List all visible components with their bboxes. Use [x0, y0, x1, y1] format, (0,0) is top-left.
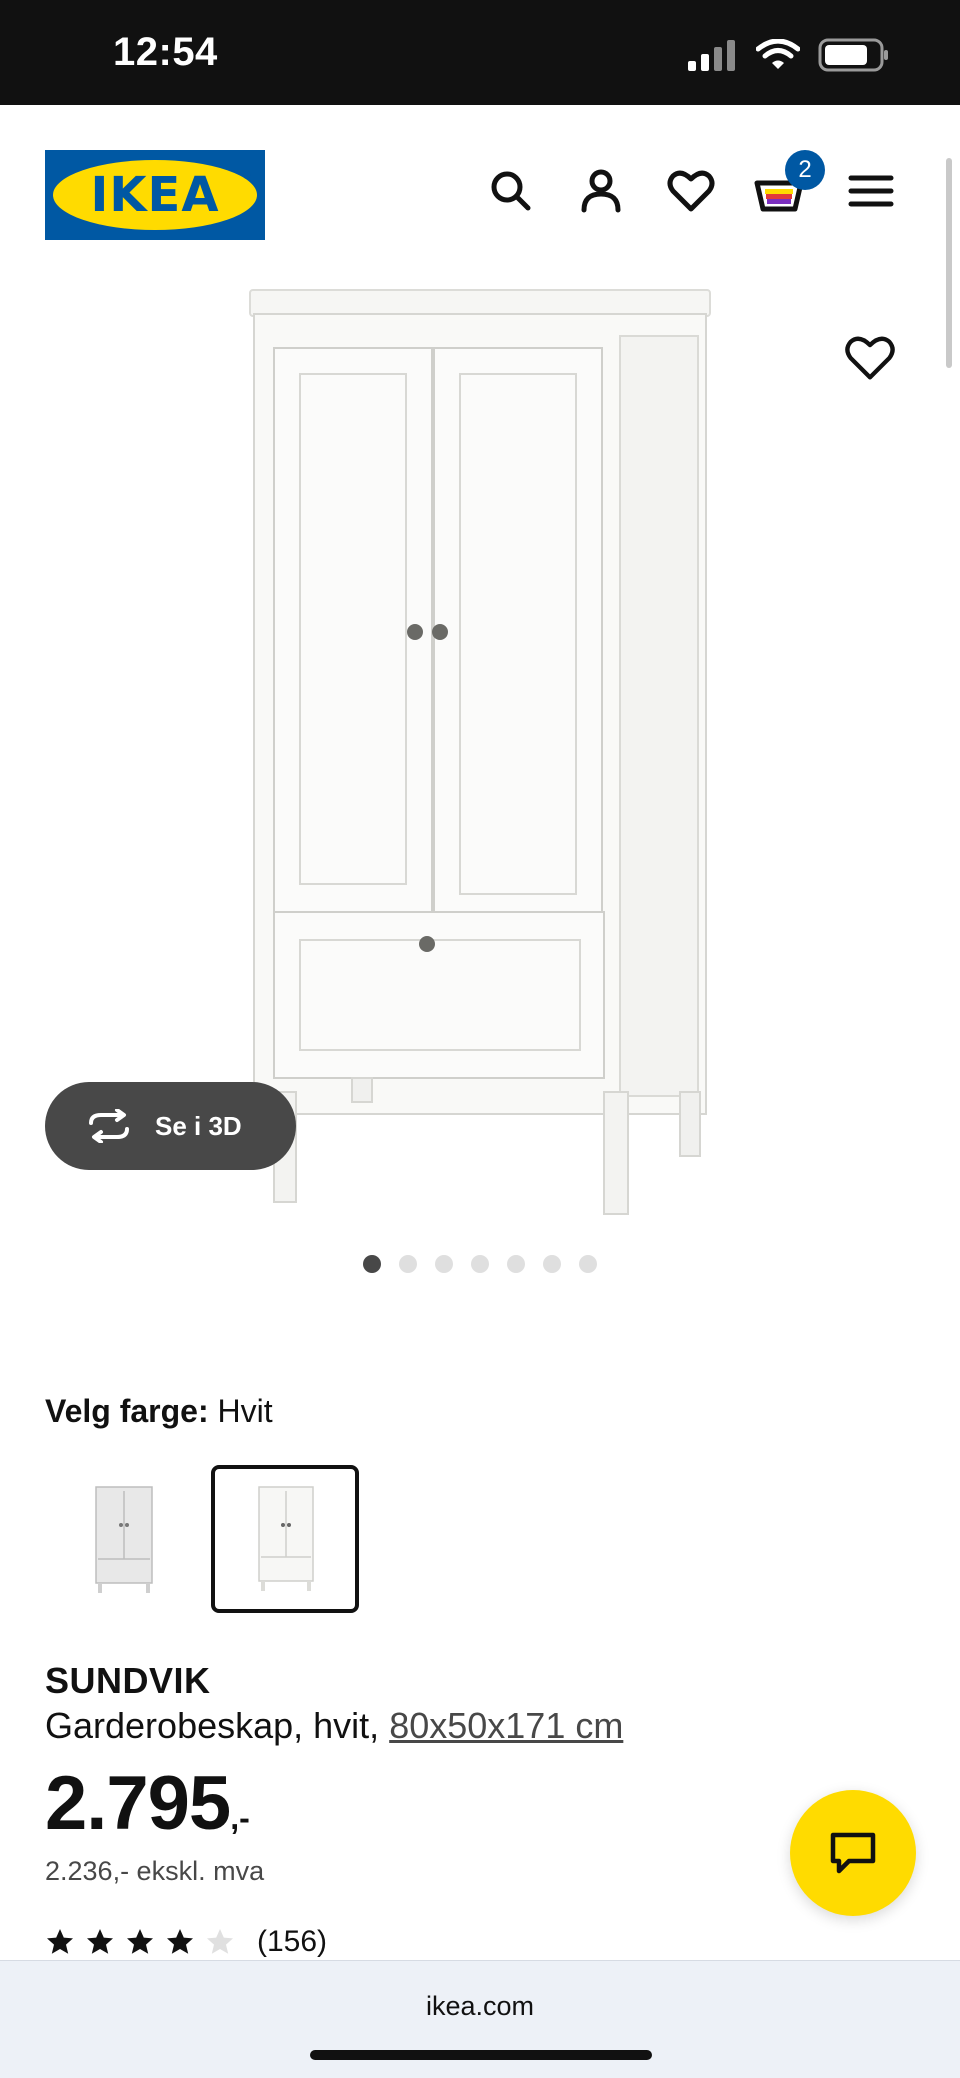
- view-3d-label: Se i 3D: [155, 1110, 242, 1141]
- product-dimensions-link[interactable]: 80x50x171 cm: [389, 1705, 623, 1746]
- color-swatch-white[interactable]: [211, 1465, 359, 1613]
- star-full-icon: [87, 1929, 113, 1954]
- url-text[interactable]: ikea.com: [0, 1991, 960, 2022]
- search-icon[interactable]: [485, 165, 537, 217]
- product-rating[interactable]: (156): [45, 1925, 327, 1959]
- logo-text: IKEA: [90, 167, 220, 223]
- gallery-dot[interactable]: [363, 1255, 381, 1273]
- price-amount: 2.795: [45, 1761, 231, 1846]
- status-icons: [686, 38, 890, 72]
- status-time: 12:54: [113, 30, 218, 74]
- browser-url-bar[interactable]: ikea.com: [0, 1960, 960, 2078]
- page-scrollbar[interactable]: [946, 158, 952, 368]
- price-ex-vat: 2.236,- ekskl. mva: [45, 1856, 265, 1886]
- ikea-logo[interactable]: IKEA ®: [45, 150, 265, 240]
- price-suffix: ,-: [230, 1800, 250, 1836]
- status-bar: 12:54: [0, 0, 960, 105]
- star-full-icon: [127, 1929, 153, 1954]
- chat-icon: [830, 1832, 876, 1874]
- color-swatch-gray[interactable]: [50, 1465, 198, 1613]
- product-image-wardrobe[interactable]: [240, 280, 720, 1220]
- home-indicator[interactable]: [310, 2050, 652, 2060]
- add-to-favourites-icon[interactable]: [842, 330, 898, 386]
- gallery-dot[interactable]: [471, 1255, 489, 1273]
- gallery-dot[interactable]: [435, 1255, 453, 1273]
- rotate-3d-icon: [89, 1109, 129, 1143]
- wifi-icon: [756, 39, 800, 69]
- menu-icon[interactable]: [845, 165, 897, 217]
- product-price: 2.795,-: [45, 1760, 250, 1847]
- heart-icon[interactable]: [665, 165, 717, 217]
- swatch-wardrobe-white: [258, 1486, 314, 1591]
- product-description: Garderobeskap, hvit, 80x50x171 cm: [45, 1705, 623, 1747]
- color-label-value: Hvit: [217, 1393, 273, 1429]
- view-3d-button[interactable]: Se i 3D: [45, 1082, 296, 1170]
- star-full-icon: [47, 1929, 73, 1954]
- battery-icon: [818, 38, 888, 72]
- gallery-dot[interactable]: [579, 1255, 597, 1273]
- cart-count-badge: 2: [785, 150, 825, 190]
- site-header: IKEA ® 2: [0, 105, 960, 280]
- color-select-label: Velg farge: Hvit: [45, 1393, 273, 1430]
- gallery-dot[interactable]: [399, 1255, 417, 1273]
- star-empty-icon: [207, 1929, 233, 1954]
- star-full-icon: [167, 1929, 193, 1954]
- registered-mark: ®: [242, 170, 251, 182]
- user-icon[interactable]: [575, 165, 627, 217]
- product-type: Garderobeskap, hvit,: [45, 1705, 390, 1746]
- signal-icon: [688, 40, 735, 71]
- gallery-dot[interactable]: [507, 1255, 525, 1273]
- gallery-pagination: [363, 1255, 597, 1273]
- gallery-dot[interactable]: [543, 1255, 561, 1273]
- review-count: (156): [257, 1925, 328, 1958]
- product-name: SUNDVIK: [45, 1660, 211, 1701]
- swatch-wardrobe-gray: [95, 1486, 153, 1593]
- color-label-title: Velg farge:: [45, 1393, 209, 1429]
- chat-button[interactable]: [790, 1790, 916, 1916]
